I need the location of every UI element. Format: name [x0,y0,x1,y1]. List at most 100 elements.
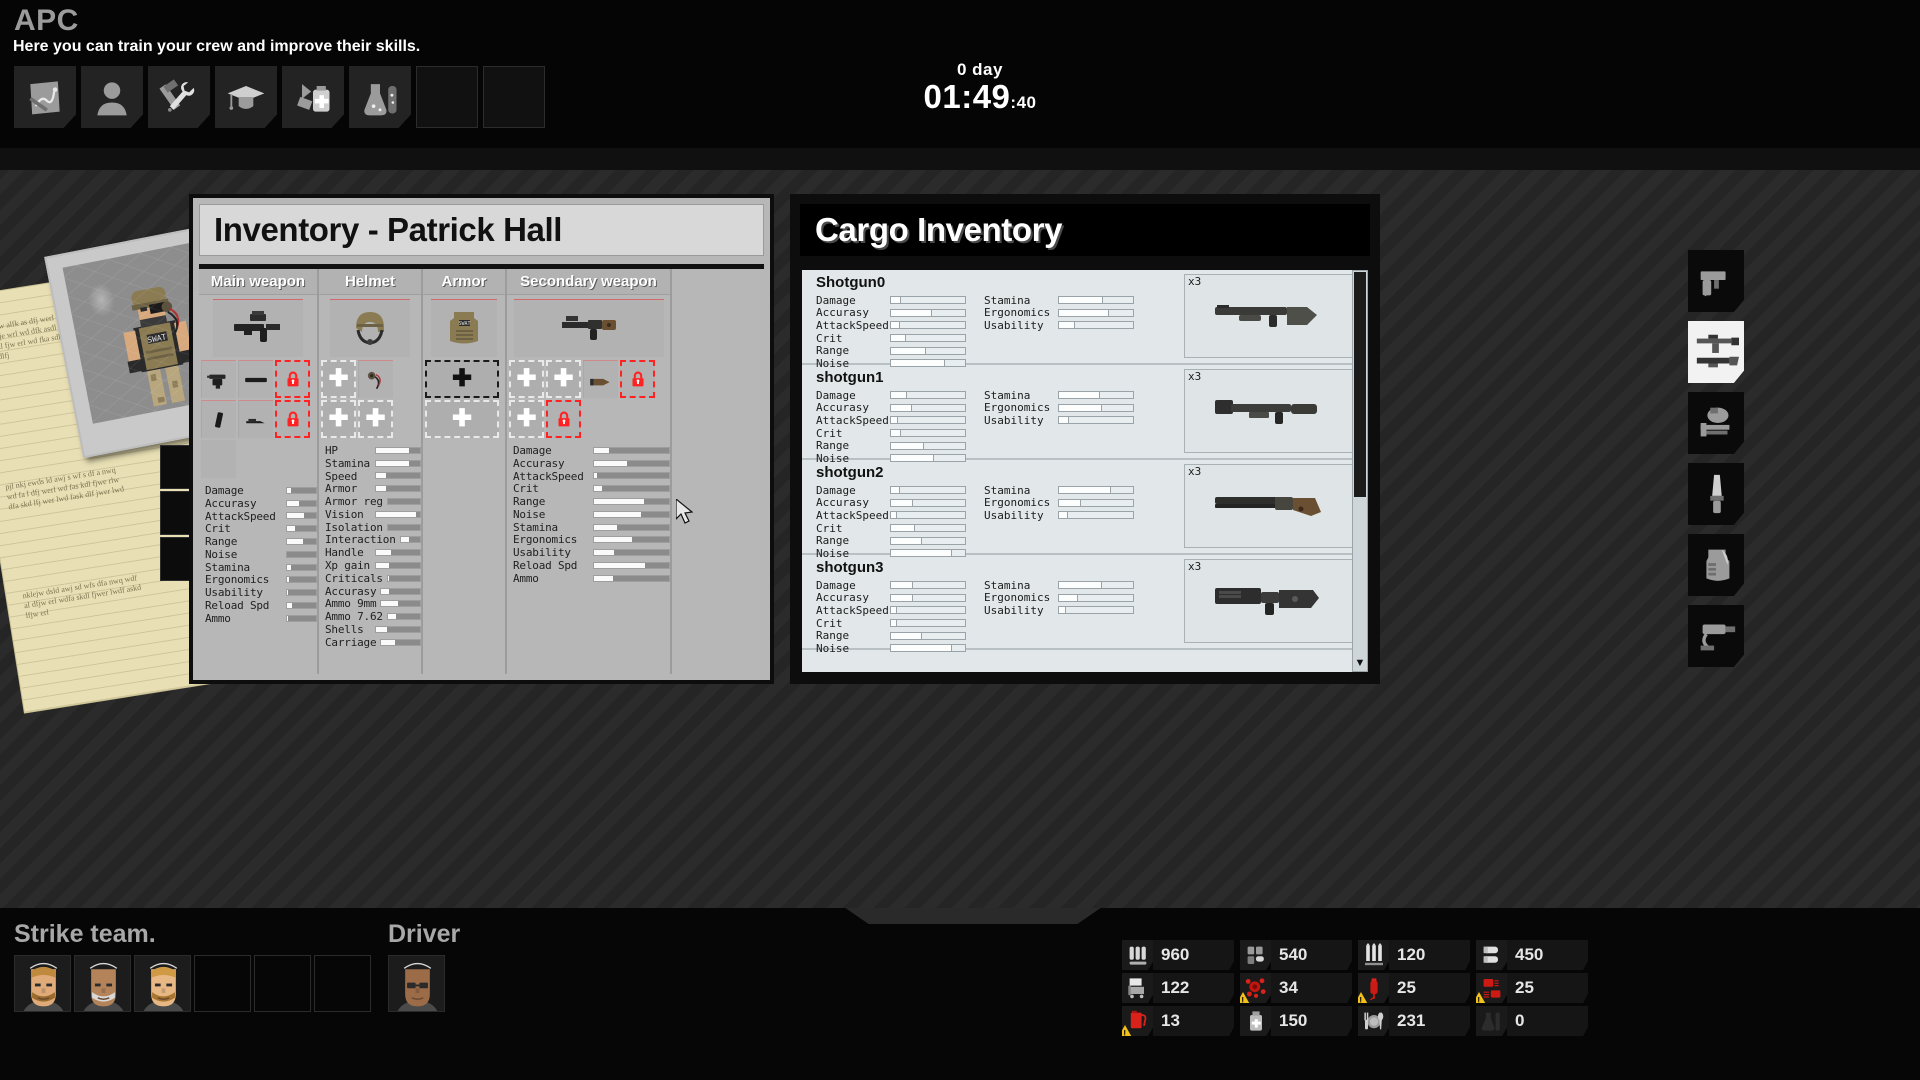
cargo-item-thumbnail[interactable]: x3 [1184,369,1354,453]
stat-label: Armor [325,482,358,496]
chevron-down-icon[interactable]: ▼ [1353,655,1367,671]
add-mod-slot-5[interactable]: ✚ [509,400,544,438]
stat-label: Crit [816,426,843,440]
stat-bar [593,459,670,467]
facility-tab-empty-7[interactable] [483,66,545,128]
stat-label: Stamina [205,560,250,574]
crew-slot-empty[interactable] [314,955,371,1012]
equipment-tab-rifle-shotgun[interactable] [1688,321,1744,383]
stat-bar [1058,593,1134,602]
electronics-icon [1476,973,1507,1003]
scope-icon[interactable] [201,360,236,398]
cargo-scrollbar[interactable]: ▼ [1352,270,1368,672]
stat-row: AttackSpeed [816,604,966,617]
equipment-tab-pistol[interactable] [1688,250,1744,312]
stat-label: Stamina [984,293,1031,307]
add-mod-slot-4[interactable]: ✚ [358,400,393,438]
crew-portrait[interactable] [74,955,131,1012]
resource-value: 25 [1507,973,1588,1003]
crew-portrait[interactable] [134,955,191,1012]
cargo-item-thumbnail[interactable]: x3 [1184,559,1354,643]
stat-bar [890,644,966,653]
inventory-header: Inventory - Patrick Hall [199,204,764,256]
stat-row: AttackSpeed [816,414,966,427]
stat-row: Stamina [513,521,670,534]
stat-bar [285,512,317,520]
cargo-item-row[interactable]: Shotgun0 Damage Accurasy AttackSpeed Crit Ran… [802,270,1368,370]
stat-label: Reload Spd [205,599,270,613]
stat-bar [1058,403,1134,412]
carbine-icon [521,302,657,355]
stat-row: Ergonomics [513,533,670,546]
cargo-item-row[interactable]: shotgun3 Damage Accurasy AttackSpeed Crit Ran… [802,555,1368,655]
equipped-slot-main-weapon[interactable] [213,299,303,357]
driver-portrait[interactable] [388,955,445,1012]
locked-mod-slot-3[interactable] [275,360,310,398]
cargo-list[interactable]: Shotgun0 Damage Accurasy AttackSpeed Crit Ran… [802,270,1368,672]
stat-bar [285,602,317,610]
add-mod-slot-1[interactable]: ✚ [509,360,544,398]
cargo-item-thumbnail[interactable]: x3 [1184,464,1354,548]
pump-shotgun-icon [1209,289,1329,344]
stat-bar [1058,391,1134,400]
barrel-icon[interactable] [238,360,273,398]
headset-icon[interactable] [358,360,393,398]
stat-bar [890,631,966,640]
facility-tab-map[interactable] [14,66,76,128]
equipment-tab-gadget[interactable] [1688,605,1744,667]
add-mod-slot-1[interactable]: ✚ [321,360,356,398]
stat-bar [593,446,670,454]
stat-bar [890,486,966,495]
stat-row: Stamina [205,561,317,574]
equipped-slot-armor[interactable]: SWAT [431,299,497,357]
stat-bar [890,321,966,330]
facility-tab-workshop[interactable] [148,66,210,128]
locked-mod-slot-6[interactable] [546,400,581,438]
equipped-slot-secondary-weapon[interactable] [513,299,664,357]
add-mod-slot-selected[interactable]: ✚ [425,360,499,398]
cargo-item-thumbnail[interactable]: x3 [1184,274,1354,358]
cargo-item-row[interactable]: shotgun1 Damage Accurasy AttackSpeed Crit Ran… [802,365,1368,465]
stat-row: Stamina [984,579,1134,592]
stat-label: Ergonomics [984,591,1051,605]
resource-value: 540 [1271,940,1352,970]
stat-bar [285,486,317,494]
locked-mod-slot-6[interactable] [275,400,310,438]
crew-slot-empty[interactable] [194,955,251,1012]
cargo-scroll-thumb[interactable] [1354,272,1366,497]
facility-tab-lab[interactable] [349,66,411,128]
cargo-item-row[interactable]: shotgun2 Damage Accurasy AttackSpeed Crit Ran… [802,460,1368,560]
stat-bar [1058,486,1134,495]
mod-slot-row: ✚ ✚ ✚ [319,357,421,438]
crew-portrait[interactable] [14,955,71,1012]
driver-section: Driver [388,920,460,1012]
stat-row: Crit [513,482,670,495]
add-mod-slot-2[interactable]: ✚ [546,360,581,398]
stat-bar [374,549,421,557]
resource-cell: 540 [1240,940,1352,970]
equipment-tab-knife[interactable] [1688,463,1744,525]
stat-row: Accurasy [325,585,421,598]
facility-tab-empty-6[interactable] [416,66,478,128]
stat-row: AttackSpeed [513,470,670,483]
facility-tabstrip [14,66,545,128]
equipment-tab-vest[interactable] [1688,534,1744,596]
facility-tab-medical[interactable] [282,66,344,128]
equipment-tab-grenade[interactable] [1688,392,1744,454]
add-mod-slot-wide[interactable]: ✚ [425,400,499,438]
equipped-slot-helmet[interactable] [330,299,410,357]
stat-bar [1058,296,1134,305]
stat-label: AttackSpeed [816,603,889,617]
facility-tab-crew[interactable] [81,66,143,128]
add-mod-slot-3[interactable]: ✚ [321,400,356,438]
grip-icon[interactable] [238,400,273,438]
crew-slot-empty[interactable] [254,955,311,1012]
magazine-icon[interactable] [201,400,236,438]
facility-tab-training[interactable] [215,66,277,128]
locked-mod-slot-4[interactable] [620,360,655,398]
stat-row: Range [816,344,966,357]
stat-row: HP [325,444,421,457]
stock-icon[interactable] [583,360,618,398]
stat-bar [890,296,966,305]
stat-label: Ammo 9mm [325,597,377,611]
